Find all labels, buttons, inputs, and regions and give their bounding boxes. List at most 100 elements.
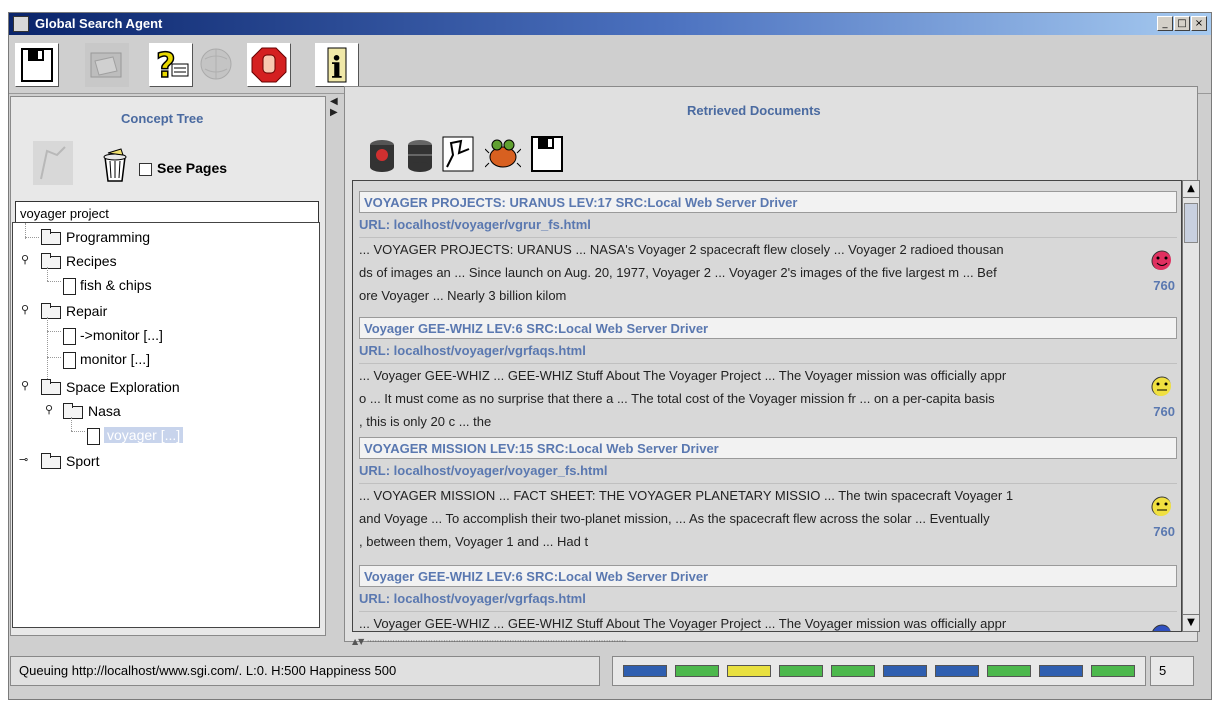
tree-node-voyager[interactable]: voyager [...]: [87, 425, 184, 445]
queue-count: 5: [1150, 656, 1194, 686]
tree-node-label: monitor [...]: [80, 351, 151, 367]
open-folder-icon: [90, 52, 122, 78]
open-button[interactable]: [85, 43, 129, 87]
window-title: Global Search Agent: [35, 16, 163, 31]
status-bar-segment: [883, 665, 927, 677]
see-pages-label: See Pages: [157, 160, 228, 176]
progress-indicator: [612, 656, 1146, 686]
document-header[interactable]: Voyager GEE-WHIZ LEV:6 SRC:Local Web Ser…: [359, 565, 1177, 587]
folder-icon: [41, 302, 61, 319]
document-entry[interactable]: Voyager GEE-WHIZ LEV:6 SRC:Local Web Ser…: [359, 565, 1177, 631]
relevance-score: 760: [1153, 278, 1175, 293]
folder-icon: [41, 452, 61, 469]
help-icon: ?: [155, 45, 189, 87]
close-button[interactable]: ×: [1191, 16, 1207, 31]
status-bar-segment: [623, 665, 667, 677]
document-header[interactable]: VOYAGER MISSION LEV:15 SRC:Local Web Ser…: [359, 437, 1177, 459]
map-route-icon[interactable]: [441, 135, 475, 173]
scroll-thumb[interactable]: [1184, 203, 1198, 243]
stop-icon: [251, 47, 287, 83]
document-snippet: ... Voyager GEE-WHIZ ... GEE-WHIZ Stuff …: [359, 363, 1177, 432]
tree-node-programming[interactable]: Programming: [41, 227, 150, 247]
tree-node-label: Recipes: [66, 253, 117, 269]
tree-node-label: Sport: [66, 453, 100, 469]
status-bar-segment: [675, 665, 719, 677]
status-bar-segment: [831, 665, 875, 677]
document-url[interactable]: URL: localhost/voyager/vgrur_fs.html: [359, 213, 1177, 237]
database-red-icon[interactable]: [367, 137, 397, 173]
status-bar-segment: [1039, 665, 1083, 677]
snippet-line: o ... It must come as no surprise that t…: [359, 391, 995, 406]
relevance-score: 760: [1153, 524, 1175, 539]
tree-node-fish-chips[interactable]: fish & chips: [63, 275, 152, 295]
tree-node-monitor[interactable]: monitor [...]: [63, 349, 150, 369]
document-header[interactable]: VOYAGER PROJECTS: URANUS LEV:17 SRC:Loca…: [359, 191, 1177, 213]
folder-icon: [63, 402, 83, 419]
page-icon: [63, 277, 76, 295]
tree-node-label: Space Exploration: [66, 379, 180, 395]
stop-button[interactable]: [247, 43, 291, 87]
help-button[interactable]: ?: [149, 43, 193, 87]
tree-expander[interactable]: ⚲: [21, 303, 29, 316]
snippet-line: , this is only 20 c ... the: [359, 414, 492, 429]
database-icon[interactable]: [405, 137, 435, 173]
concept-tree[interactable]: Programming ⚲ Recipes fish & chips ⚲ Rep…: [12, 222, 320, 628]
status-bar-segment: [727, 665, 771, 677]
minimize-button[interactable]: _: [1157, 16, 1173, 31]
document-splitter[interactable]: ▲▼ ·····································…: [352, 638, 1192, 646]
retrieved-documents-title: Retrieved Documents: [683, 103, 825, 118]
bug-icon[interactable]: [485, 135, 521, 173]
map-icon[interactable]: [33, 141, 73, 185]
app-icon: [13, 16, 29, 32]
info-icon: i: [327, 47, 347, 86]
document-snippet: ... VOYAGER MISSION ... FACT SHEET: THE …: [359, 483, 1177, 552]
snippet-line: ... Voyager GEE-WHIZ ... GEE-WHIZ Stuff …: [359, 616, 1007, 631]
document-snippet: ... Voyager GEE-WHIZ ... GEE-WHIZ Stuff …: [359, 611, 1177, 631]
save-icon: [21, 48, 53, 82]
tree-node-space-exploration[interactable]: Space Exploration: [41, 377, 180, 397]
tree-expander[interactable]: ⚲: [21, 253, 29, 266]
maximize-button[interactable]: □: [1174, 16, 1190, 31]
document-entry[interactable]: Voyager GEE-WHIZ LEV:6 SRC:Local Web Ser…: [359, 317, 1177, 432]
tree-node-label: Nasa: [88, 403, 121, 419]
snippet-line: ... VOYAGER MISSION ... FACT SHEET: THE …: [359, 488, 1014, 503]
document-url[interactable]: URL: localhost/voyager/vgrfaqs.html: [359, 587, 1177, 611]
snippet-line: ore Voyager ... Nearly 3 billion kilom: [359, 288, 567, 303]
document-entry[interactable]: VOYAGER PROJECTS: URANUS LEV:17 SRC:Loca…: [359, 191, 1177, 306]
tree-node-label: fish & chips: [80, 277, 152, 293]
pane-divider[interactable]: ◀ ▶: [330, 96, 338, 118]
document-entry[interactable]: VOYAGER MISSION LEV:15 SRC:Local Web Ser…: [359, 437, 1177, 552]
document-list[interactable]: VOYAGER PROJECTS: URANUS LEV:17 SRC:Loca…: [352, 180, 1182, 632]
svg-text:i: i: [331, 51, 342, 86]
snippet-line: ds of images an ... Since launch on Aug.…: [359, 265, 997, 280]
tree-node-monitor-link[interactable]: ->monitor [...]: [63, 325, 163, 345]
document-scrollbar[interactable]: ▲ ▼: [1182, 180, 1200, 632]
globe-button[interactable]: [195, 43, 239, 87]
trash-icon[interactable]: [99, 147, 131, 183]
status-bar-segment: [779, 665, 823, 677]
save-icon[interactable]: [529, 135, 565, 173]
status-bar-segment: [935, 665, 979, 677]
tree-expander[interactable]: ⚲: [21, 379, 29, 392]
save-button[interactable]: [15, 43, 59, 87]
tree-node-label-selected: voyager [...]: [104, 427, 184, 443]
document-url[interactable]: URL: localhost/voyager/vgrfaqs.html: [359, 339, 1177, 363]
page-icon: [63, 351, 76, 369]
see-pages-checkbox[interactable]: [139, 163, 152, 176]
document-url[interactable]: URL: localhost/voyager/voyager_fs.html: [359, 459, 1177, 483]
tree-node-repair[interactable]: Repair: [41, 301, 107, 321]
document-header[interactable]: Voyager GEE-WHIZ LEV:6 SRC:Local Web Ser…: [359, 317, 1177, 339]
folder-icon: [41, 252, 61, 269]
sad-face-icon: [1152, 624, 1171, 631]
folder-icon: [41, 228, 61, 245]
scroll-down-arrow[interactable]: ▼: [1183, 614, 1199, 631]
info-button[interactable]: i: [315, 43, 359, 87]
scroll-up-arrow[interactable]: ▲: [1183, 181, 1199, 198]
status-bar-segment: [987, 665, 1031, 677]
tree-expander[interactable]: ⊸: [19, 453, 28, 466]
status-bar-segment: [1091, 665, 1135, 677]
folder-icon: [41, 378, 61, 395]
tree-expander[interactable]: ⚲: [45, 403, 53, 416]
tree-node-sport[interactable]: Sport: [41, 451, 99, 471]
tree-node-recipes[interactable]: Recipes: [41, 251, 117, 271]
